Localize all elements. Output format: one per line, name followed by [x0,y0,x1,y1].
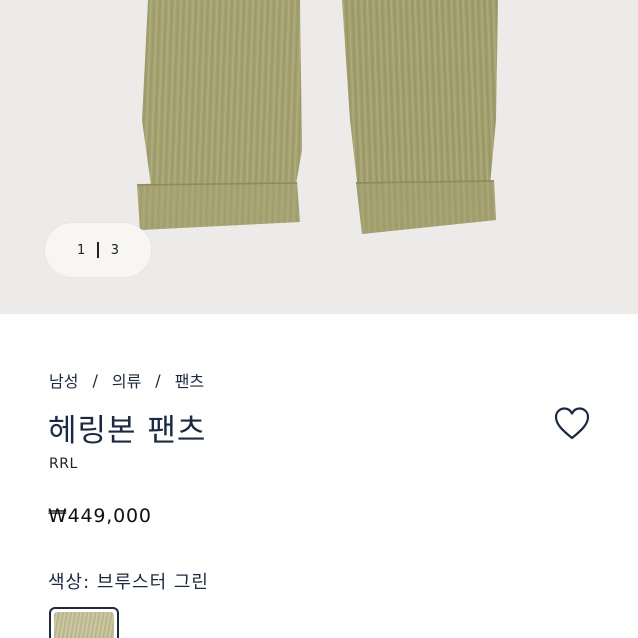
color-swatch-fill [54,612,114,638]
breadcrumb-pants[interactable]: 팬츠 [175,368,204,392]
current-page: 1 [76,242,86,258]
pager-divider [97,242,99,258]
product-title: 헤링본 팬츠 [48,413,207,449]
brand-name[interactable]: RRL [49,456,78,472]
breadcrumb-clothing[interactable]: 의류 [112,368,141,392]
product-price: ₩449,000 [48,505,152,527]
image-pager[interactable]: 1 3 [45,223,151,277]
wishlist-button[interactable] [553,405,591,443]
product-image-gallery[interactable]: 1 3 [0,0,638,314]
breadcrumb-separator: / [155,370,161,390]
heart-outline-icon [554,407,590,440]
color-label: 색상: 브루스터 그린 [48,572,209,593]
color-swatch-selected[interactable] [49,607,119,638]
total-pages: 3 [110,242,120,258]
breadcrumb: 남성 / 의류 / 팬츠 [49,368,204,392]
product-page: 1 3 남성 / 의류 / 팬츠 헤링본 팬츠 RRL ₩449,000 색상:… [0,0,638,638]
breadcrumb-men[interactable]: 남성 [49,368,78,392]
breadcrumb-separator: / [92,370,98,390]
